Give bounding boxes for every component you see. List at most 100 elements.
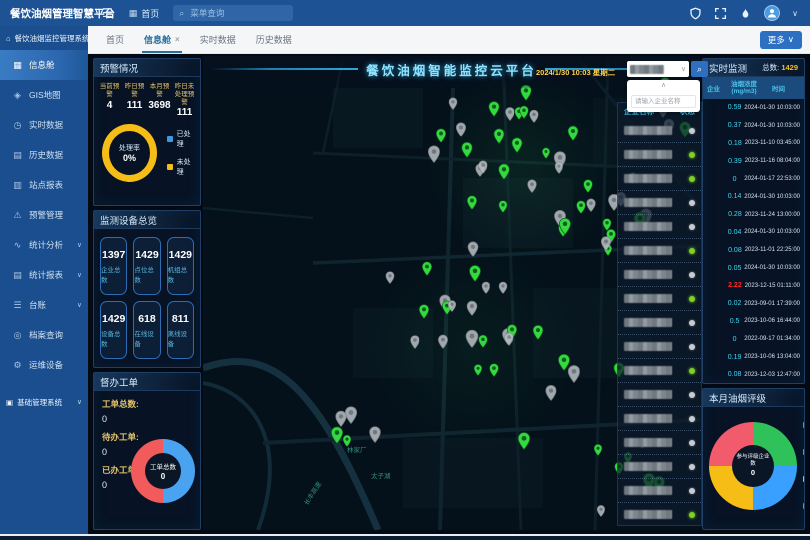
map-pin[interactable] xyxy=(449,97,458,110)
sidebar-item[interactable]: ▤ 统计报表 ∨ xyxy=(0,260,88,290)
map-pin[interactable] xyxy=(427,146,439,164)
map-pin[interactable] xyxy=(601,237,611,252)
realtime-row[interactable]: 0.04 2024-01-30 10:03:00 xyxy=(703,224,804,242)
page-tab[interactable]: 信息舱 × xyxy=(134,26,190,53)
company-row[interactable] xyxy=(618,479,701,503)
map-pin[interactable] xyxy=(545,385,556,401)
device-stat-box[interactable]: 1429 设备总数 xyxy=(100,301,127,359)
fullscreen-icon[interactable] xyxy=(714,7,727,20)
realtime-row[interactable]: 0.37 2024-01-30 10:03:00 xyxy=(703,117,804,135)
user-avatar[interactable] xyxy=(764,5,780,21)
device-stat-box[interactable]: 811 离线设备 xyxy=(167,301,194,359)
sidebar-item[interactable]: ☰ 台账 ∨ xyxy=(0,290,88,320)
realtime-row[interactable]: 0.14 2024-01-30 10:03:00 xyxy=(703,188,804,206)
map-pin[interactable] xyxy=(335,411,347,427)
map-pin[interactable] xyxy=(473,364,481,376)
company-row[interactable] xyxy=(618,191,701,215)
map-pin[interactable] xyxy=(467,195,477,210)
map-pin[interactable] xyxy=(342,435,351,447)
sidebar-item[interactable]: ◈ GIS地图 ∨ xyxy=(0,80,88,110)
realtime-row[interactable]: 0.39 2023-11-16 08:04:00 xyxy=(703,152,804,170)
map-pin[interactable] xyxy=(461,142,472,158)
map-pin[interactable] xyxy=(554,162,563,174)
company-row[interactable] xyxy=(618,431,701,455)
map-pin[interactable] xyxy=(520,106,529,119)
map-pin[interactable] xyxy=(511,138,522,154)
map-pin[interactable] xyxy=(558,354,570,371)
map-pin[interactable] xyxy=(438,335,448,349)
company-row[interactable] xyxy=(618,119,701,143)
company-row[interactable] xyxy=(618,215,701,239)
page-tab[interactable]: 首页 × xyxy=(96,26,134,53)
realtime-row[interactable]: 0.5 2023-10-06 16:44:00 xyxy=(703,313,804,331)
sidebar-item[interactable]: ◎ 档案查询 ∨ xyxy=(0,320,88,350)
realtime-row[interactable]: 0.08 2023-11-01 22:25:00 xyxy=(703,241,804,259)
map-pin[interactable] xyxy=(488,101,499,117)
company-select[interactable]: ∨ xyxy=(627,61,689,77)
map-pin[interactable] xyxy=(594,444,602,456)
sidebar-group-monitoring[interactable]: ⌂ 餐饮油烟监控管理系统 ∧ xyxy=(0,26,88,50)
map-pin[interactable] xyxy=(542,147,550,159)
company-row[interactable] xyxy=(618,359,701,383)
sidebar-item[interactable]: ◷ 实时数据 ∨ xyxy=(0,110,88,140)
page-tab[interactable]: 历史数据 × xyxy=(246,26,302,53)
map-pin[interactable] xyxy=(436,128,446,143)
map-pin[interactable] xyxy=(587,199,597,213)
map-pin[interactable] xyxy=(528,180,538,194)
device-stat-box[interactable]: 618 在线设备 xyxy=(133,301,160,359)
realtime-row[interactable]: 0.08 2023-12-03 12:47:00 xyxy=(703,366,804,384)
map-pin[interactable] xyxy=(385,271,394,284)
map-pin[interactable] xyxy=(481,282,490,294)
map-pin[interactable] xyxy=(596,505,604,517)
map-pin[interactable] xyxy=(466,329,479,347)
map-pin[interactable] xyxy=(584,179,594,193)
company-row[interactable] xyxy=(618,503,701,526)
company-row[interactable] xyxy=(618,311,701,335)
map-pin[interactable] xyxy=(478,160,488,174)
realtime-row[interactable]: 0 2022-09-17 01:34:00 xyxy=(703,330,804,348)
chevron-up-icon[interactable]: ∧ xyxy=(631,82,696,90)
map-pin[interactable] xyxy=(559,218,571,235)
menu-search[interactable]: ⌕ xyxy=(173,5,293,21)
breadcrumb[interactable]: ▦ 首页 xyxy=(129,7,160,20)
company-row[interactable] xyxy=(618,455,701,479)
shield-icon[interactable] xyxy=(689,7,702,20)
sidebar-item[interactable]: ⚙ 运维设备 ∨ xyxy=(0,350,88,380)
map-pin[interactable] xyxy=(448,301,456,313)
company-row[interactable] xyxy=(618,335,701,359)
sidebar-item[interactable]: ⚠ 预警管理 ∨ xyxy=(0,200,88,230)
map-pin[interactable] xyxy=(518,432,531,450)
close-icon[interactable]: × xyxy=(175,35,180,44)
map-pin[interactable] xyxy=(577,200,587,214)
map-pin[interactable] xyxy=(419,304,430,319)
company-search-button[interactable]: ⌕ xyxy=(691,61,708,77)
company-row[interactable] xyxy=(618,167,701,191)
realtime-row[interactable]: 0.28 2023-11-24 13:00:00 xyxy=(703,206,804,224)
sidebar-group-base[interactable]: ▣ 基础管理系统 ∨ xyxy=(0,390,88,414)
map-pin[interactable] xyxy=(499,200,508,213)
sidebar-item[interactable]: ▦ 信息舱 ∨ xyxy=(0,50,88,80)
map-pin[interactable] xyxy=(533,325,544,340)
company-row[interactable] xyxy=(618,407,701,431)
realtime-row[interactable]: 0.19 2023-10-06 13:04:00 xyxy=(703,348,804,366)
map-pin[interactable] xyxy=(568,126,579,141)
realtime-row[interactable]: 0.59 2024-01-30 10:03:00 xyxy=(703,99,804,117)
company-row[interactable] xyxy=(618,383,701,407)
device-stat-box[interactable]: 1429 机组总数 xyxy=(167,237,194,295)
realtime-row[interactable]: 0.05 2024-01-30 10:03:00 xyxy=(703,259,804,277)
device-stat-box[interactable]: 1429 点位总数 xyxy=(133,237,160,295)
sidebar-item[interactable]: ▥ 站点报表 ∨ xyxy=(0,170,88,200)
map-pin[interactable] xyxy=(529,110,538,123)
realtime-row[interactable]: 0 2024-01-17 22:53:00 xyxy=(703,170,804,188)
sidebar-item[interactable]: ∿ 统计分析 ∨ xyxy=(0,230,88,260)
map-pin[interactable] xyxy=(479,335,488,348)
map-pin[interactable] xyxy=(602,218,611,231)
map-pin[interactable] xyxy=(468,241,479,257)
menu-search-input[interactable] xyxy=(188,7,278,19)
map-pin[interactable] xyxy=(467,301,478,316)
map-pin[interactable] xyxy=(498,163,510,180)
realtime-row[interactable]: 2.22 2023-12-15 01:11:00 xyxy=(703,277,804,295)
map-pin[interactable] xyxy=(505,107,515,121)
more-button[interactable]: 更多 ∨ xyxy=(760,31,802,49)
map-pin[interactable] xyxy=(504,333,514,347)
